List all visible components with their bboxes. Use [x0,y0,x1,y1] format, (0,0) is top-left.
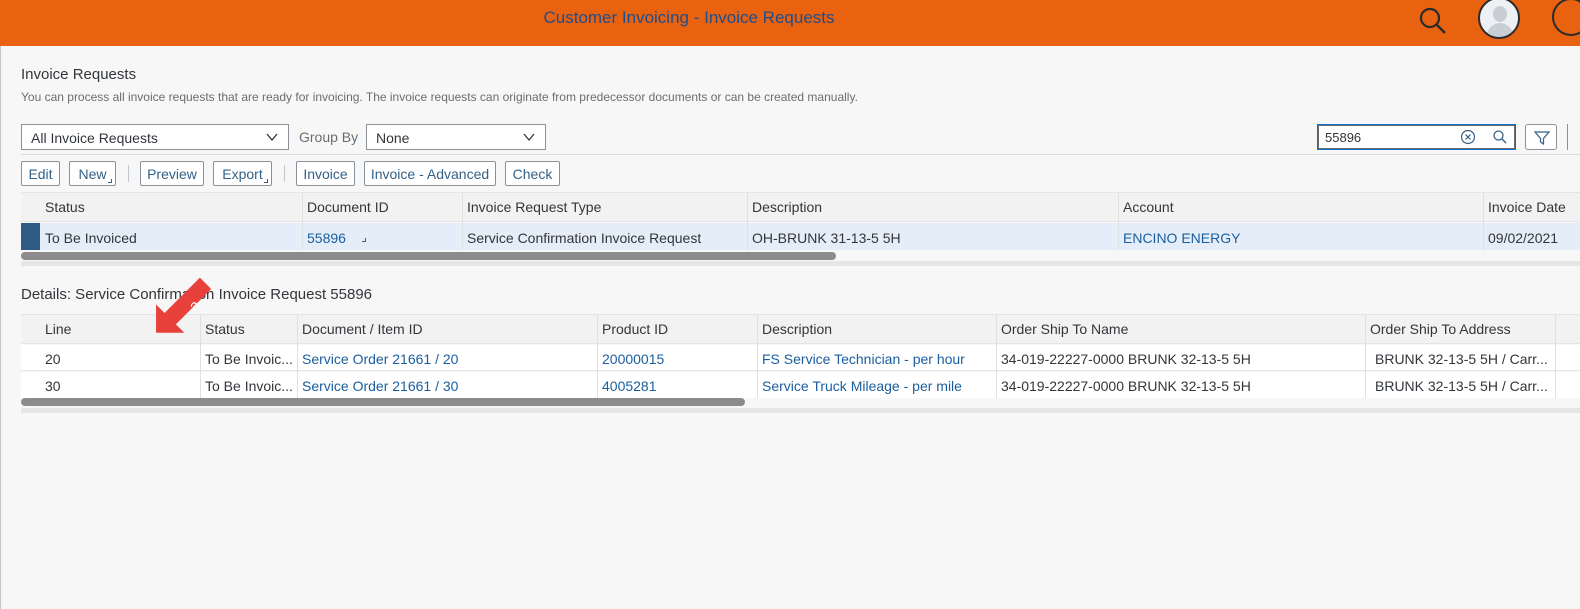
column-header-description[interactable]: Description [762,321,832,337]
search-input[interactable]: 55896 [1317,124,1516,150]
shell-bar: Customer Invoicing - Invoice Requests [0,0,1580,46]
left-border [0,46,1,609]
column-divider [747,193,748,250]
column-divider [597,315,598,398]
row-status: To Be Invoiced [45,230,137,246]
row-ship-to-name: 34-019-22227-0000 BRUNK 32-13-5 5H [1001,351,1251,367]
toolbar-separator [284,165,285,182]
column-header-account[interactable]: Account [1123,199,1174,215]
export-button-label: Export [222,166,263,182]
horizontal-scrollbar[interactable] [21,252,836,260]
chevron-down-icon [523,133,535,142]
view-select-value: All Invoice Requests [31,130,158,146]
row-status: To Be Invoic... [205,378,293,394]
column-header-document-id[interactable]: Document ID [307,199,389,215]
column-header-invoice-date[interactable]: Invoice Date [1488,199,1566,215]
column-header-ship-to-name[interactable]: Order Ship To Name [1001,321,1128,337]
row-status: To Be Invoic... [205,351,293,367]
horizontal-scrollbar-track[interactable] [21,408,1580,413]
row-product-id-link[interactable]: 20000015 [602,351,664,367]
invoice-button[interactable]: Invoice [296,161,355,186]
clear-icon[interactable] [1460,129,1476,145]
preview-button[interactable]: Preview [140,161,204,186]
row-document-id-link[interactable]: 55896 [307,230,346,246]
column-divider [1365,315,1366,398]
column-divider [302,193,303,250]
export-button[interactable]: Export [213,161,272,186]
column-divider [1118,193,1119,250]
row-description-link[interactable]: FS Service Technician - per hour [762,351,965,367]
row-item-id-link[interactable]: Service Order 21661 / 30 [302,378,458,394]
row-invoice-date: 09/02/2021 [1488,230,1559,246]
app-title: Customer Invoicing - Invoice Requests [543,8,835,27]
row-account-link[interactable]: ENCINO ENERGY [1123,230,1240,246]
new-button[interactable]: New [69,161,116,186]
page-title: Invoice Requests [21,66,137,83]
filter-icon [1534,131,1550,146]
column-header-status[interactable]: Status [45,199,85,215]
chevron-down-icon [266,133,278,142]
row-item-id-link[interactable]: Service Order 21661 / 20 [302,351,458,367]
check-button[interactable]: Check [505,161,560,186]
column-divider [996,315,997,398]
edit-button[interactable]: Edit [21,161,60,186]
column-divider [1555,315,1556,398]
user-avatar-icon[interactable] [1478,0,1520,39]
search-icon[interactable] [1492,129,1508,145]
divider [21,154,1580,155]
search-icon[interactable] [1418,6,1448,36]
row-description: OH-BRUNK 31-13-5 5H [752,230,901,246]
column-header-line[interactable]: Line [45,321,71,337]
column-header-item-id[interactable]: Document / Item ID [302,321,423,337]
column-divider [297,315,298,398]
help-icon[interactable] [1552,0,1580,36]
column-header-description[interactable]: Description [752,199,822,215]
row-ship-to-name: 34-019-22227-0000 BRUNK 32-13-5 5H [1001,378,1251,394]
column-header-invoice-request-type[interactable]: Invoice Request Type [467,199,601,215]
menu-indicator-icon [264,179,268,183]
horizontal-scrollbar-track[interactable] [21,261,1580,266]
page-description: You can process all invoice requests tha… [21,90,858,104]
row-product-id-link[interactable]: 4005281 [602,378,657,394]
row-ship-to-address: BRUNK 32-13-5 5H / Carr... [1375,351,1548,367]
row-line: 30 [45,378,61,394]
group-by-select[interactable]: None [366,124,546,150]
row-description-link[interactable]: Service Truck Mileage - per mile [762,378,962,394]
group-by-label: Group By [299,129,359,145]
column-header-ship-to-address[interactable]: Order Ship To Address [1370,321,1511,337]
row-selector[interactable] [21,223,40,250]
search-input-value: 55896 [1325,130,1362,145]
invoice-advanced-button[interactable]: Invoice - Advanced [364,161,496,186]
row-invoice-request-type: Service Confirmation Invoice Request [467,230,702,246]
horizontal-scrollbar[interactable] [21,398,745,406]
group-by-value: None [376,130,410,146]
toolbar-divider [1567,124,1568,150]
menu-indicator-icon [362,238,366,242]
row-line: 20 [45,351,61,367]
column-divider [462,193,463,250]
row-ship-to-address: BRUNK 32-13-5 5H / Carr... [1375,378,1548,394]
new-button-label: New [78,166,107,182]
column-divider [757,315,758,398]
view-select[interactable]: All Invoice Requests [21,124,289,150]
column-header-product-id[interactable]: Product ID [602,321,668,337]
menu-indicator-icon [108,179,112,183]
filter-button[interactable] [1525,124,1557,150]
toolbar-separator [128,165,129,182]
annotation-arrow-icon: a [156,277,212,333]
column-divider [1483,193,1484,250]
